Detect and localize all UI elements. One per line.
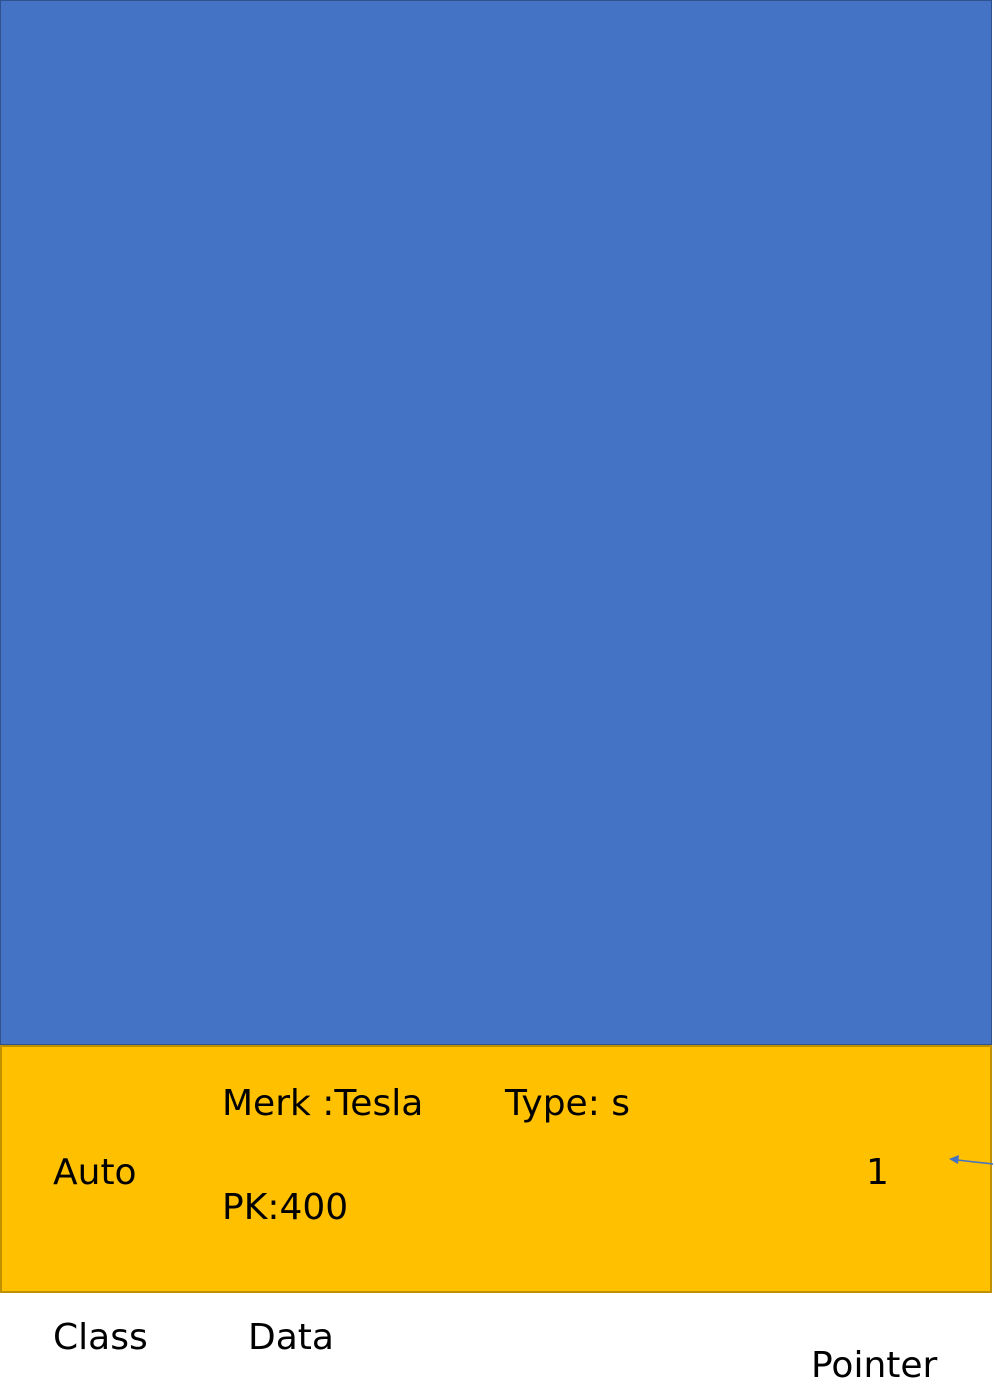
pointer-label: Pointer bbox=[811, 1345, 938, 1386]
memory-block bbox=[0, 0, 992, 1045]
memory-diagram: Auto Merk :Tesla Type: s PK:400 1 Class … bbox=[0, 0, 995, 1387]
type-field: Type: s bbox=[505, 1083, 631, 1124]
object-row bbox=[0, 1045, 992, 1293]
class-value: Auto bbox=[53, 1152, 137, 1193]
merk-field: Merk :Tesla bbox=[222, 1083, 424, 1124]
pointer-value: 1 bbox=[866, 1152, 889, 1193]
arrow-left-icon bbox=[949, 1155, 994, 1165]
pk-field: PK:400 bbox=[222, 1187, 349, 1228]
data-label: Data bbox=[248, 1317, 334, 1358]
class-label: Class bbox=[53, 1317, 148, 1358]
